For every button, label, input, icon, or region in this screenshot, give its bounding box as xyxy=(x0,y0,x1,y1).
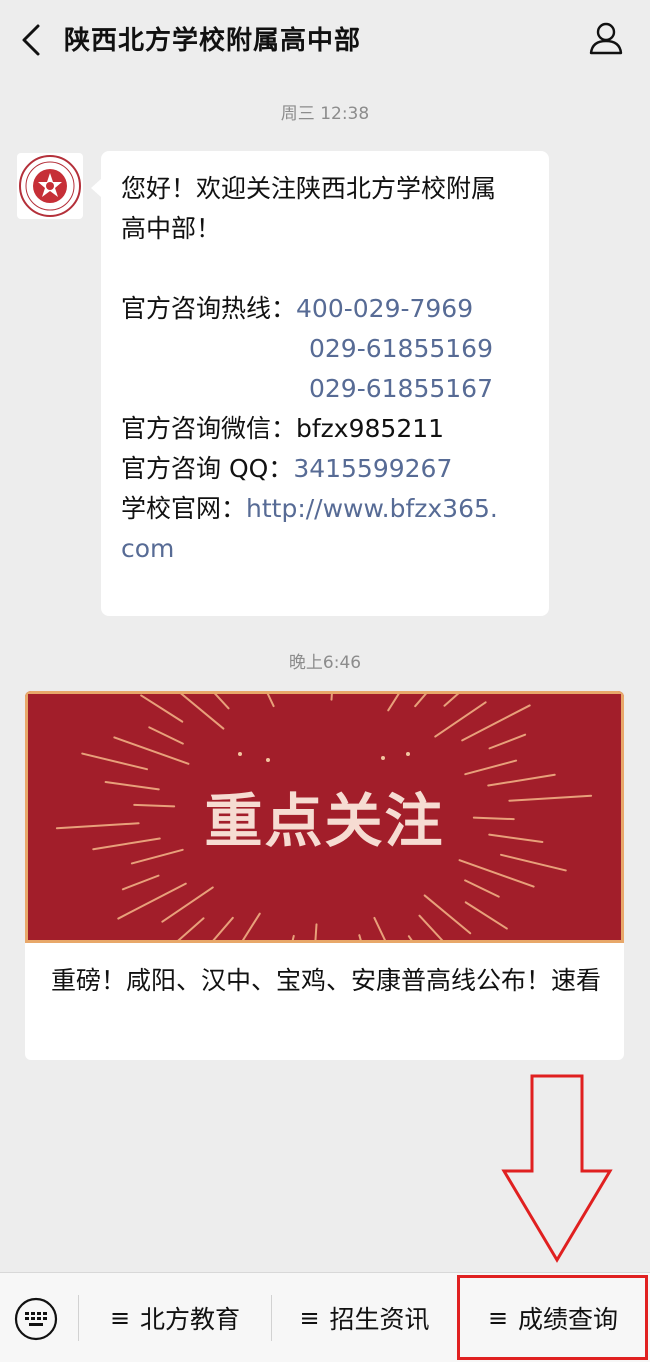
menu-item-label: 北方教育 xyxy=(140,1305,241,1334)
message-timestamp: 周三 12:38 xyxy=(280,104,370,124)
website-label: 学校官网： xyxy=(121,494,247,523)
hotline-link[interactable]: 029-61855167 xyxy=(309,369,493,409)
profile-icon[interactable] xyxy=(588,20,624,56)
cover-text: 重点关注 xyxy=(204,787,445,855)
sunburst-ray xyxy=(81,752,148,771)
chat-header: 陕西北方学校附属高中部 xyxy=(0,0,650,80)
sunburst-ray xyxy=(464,879,500,898)
sunburst-ray xyxy=(212,916,234,940)
sparkle-dot xyxy=(266,758,270,762)
sunburst-ray xyxy=(291,934,295,940)
wechat-value: bfzx985211 xyxy=(296,414,445,443)
arrow-down-icon xyxy=(501,1074,613,1263)
keyboard-icon[interactable] xyxy=(14,1297,58,1341)
school-logo-icon xyxy=(19,155,81,217)
menu-item-label: 招生资讯 xyxy=(329,1305,430,1334)
welcome-message-bubble[interactable]: 您好！欢迎关注陕西北方学校附属 高中部！ 官方咨询热线： 400-029-796… xyxy=(91,151,549,616)
menu-hamburger-icon: ≡ xyxy=(299,1304,320,1332)
sunburst-ray xyxy=(241,912,261,940)
message-timestamp: 晚上6:46 xyxy=(288,653,362,673)
hotline-link[interactable]: 029-61855169 xyxy=(309,329,493,369)
article-cover-image: 重点关注 xyxy=(25,691,624,943)
sunburst-ray xyxy=(148,726,184,745)
sunburst-ray xyxy=(488,733,527,750)
qq-label: 官方咨询 QQ： xyxy=(121,454,294,483)
sunburst-ray xyxy=(121,874,160,891)
sunburst-ray xyxy=(373,916,386,940)
sunburst-ray xyxy=(443,694,460,707)
highlight-box xyxy=(457,1275,648,1360)
sparkle-dot xyxy=(238,752,242,756)
sparkle-dot xyxy=(381,756,385,760)
website-link[interactable]: http://www.bfzx365. xyxy=(246,489,498,529)
back-icon[interactable] xyxy=(18,22,48,58)
website-link[interactable]: com xyxy=(121,529,174,569)
sunburst-ray xyxy=(177,917,205,940)
sunburst-ray xyxy=(314,923,318,940)
sunburst-ray xyxy=(407,935,413,940)
menu-item-beifang-education[interactable]: ≡ 北方教育 xyxy=(80,1273,270,1362)
sunburst-ray xyxy=(418,914,444,940)
article-title: 重磅！咸阳、汉中、宝鸡、安康普高线公布！速看 xyxy=(51,966,602,995)
sunburst-ray xyxy=(140,694,184,723)
wechat-label: 官方咨询微信： xyxy=(121,414,297,443)
sunburst-ray xyxy=(266,694,275,708)
chat-title: 陕西北方学校附属高中部 xyxy=(64,26,362,56)
hotline-link[interactable]: 400-029-7969 xyxy=(296,289,473,329)
welcome-line: 高中部！ xyxy=(121,214,222,243)
sunburst-ray xyxy=(464,759,518,776)
menu-item-admissions[interactable]: ≡ 招生资讯 xyxy=(272,1273,457,1362)
sunburst-ray xyxy=(358,934,362,940)
qq-link[interactable]: 3415599267 xyxy=(293,449,452,489)
sparkle-dot xyxy=(406,752,410,756)
article-card[interactable]: 重点关注 重磅！咸阳、汉中、宝鸡、安康普高线公布！速看 xyxy=(25,691,624,1060)
welcome-line: 您好！欢迎关注陕西北方学校附属 xyxy=(121,174,497,203)
sunburst-ray xyxy=(414,694,427,708)
sunburst-ray xyxy=(330,694,333,701)
menu-hamburger-icon: ≡ xyxy=(109,1304,131,1332)
sunburst-ray xyxy=(464,901,508,930)
hotline-label: 官方咨询热线： xyxy=(121,294,297,323)
avatar[interactable] xyxy=(17,153,83,219)
sunburst-ray xyxy=(180,694,225,730)
